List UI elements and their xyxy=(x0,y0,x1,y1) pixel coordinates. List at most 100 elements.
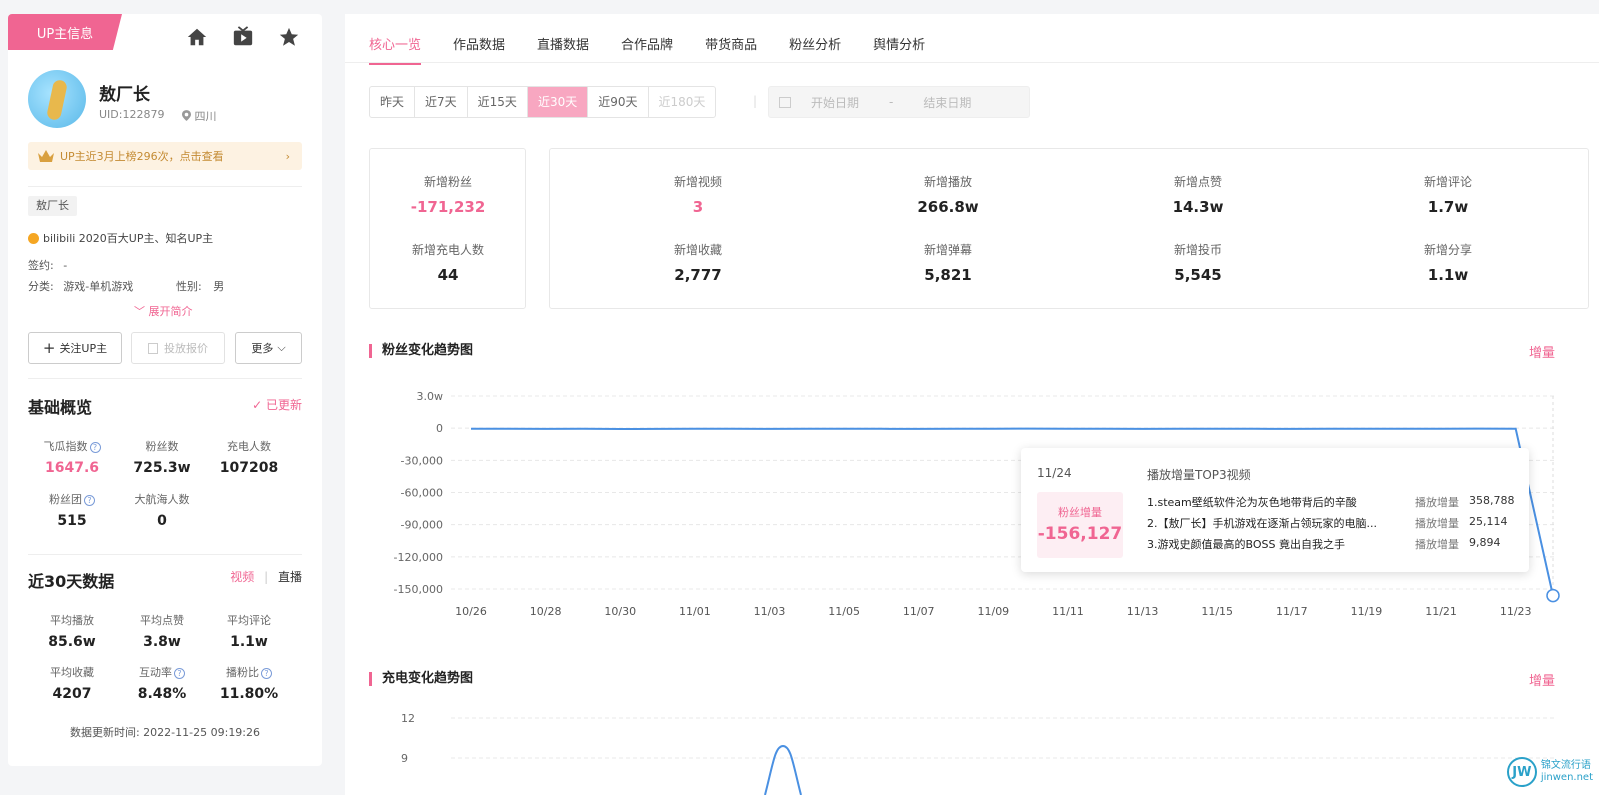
data-point-marker[interactable] xyxy=(1546,588,1560,603)
watermark-text: 锦文流行语 jinwen.net xyxy=(1541,760,1593,784)
sign-value: - xyxy=(63,259,68,272)
tab-fans[interactable]: 粉丝分析 xyxy=(789,34,841,65)
help-icon[interactable]: ? xyxy=(174,667,185,679)
tab-core-overview[interactable]: 核心一览 xyxy=(369,34,422,65)
stat-value: 1647.6 xyxy=(44,460,100,476)
tooltip-play-label: 播放增量 xyxy=(1415,496,1459,509)
kpi-new-shares: 新增分享 1.1w xyxy=(1373,241,1523,284)
switch-video[interactable]: 视频 xyxy=(230,570,254,584)
tooltip-fans-box: 粉丝增量 -156,127 xyxy=(1037,492,1123,558)
date-picker[interactable]: 开始日期 - 结束日期 xyxy=(768,86,1030,118)
kpi-new-coins: 新增投币 5,545 xyxy=(1123,241,1273,284)
stat-label: 平均点赞 xyxy=(140,614,184,627)
range-divider: | xyxy=(753,94,758,108)
video-play-icon[interactable] xyxy=(232,26,256,50)
help-icon[interactable]: ? xyxy=(89,441,101,453)
lightning-badge-icon xyxy=(28,232,39,244)
tab-brands[interactable]: 合作品牌 xyxy=(621,34,673,65)
kpi-label: 新增点赞 xyxy=(1173,175,1222,189)
help-icon[interactable]: ? xyxy=(261,667,272,679)
watermark: JW 锦文流行语 jinwen.net xyxy=(1506,757,1593,787)
divider xyxy=(28,378,302,379)
stat-label: 大航海人数 xyxy=(134,493,190,506)
x-tick-label: 11/07 xyxy=(903,605,935,618)
stat-label: 平均播放 xyxy=(50,614,94,627)
stat-label: 充电人数 xyxy=(227,440,271,453)
x-tick-label: 10/30 xyxy=(604,605,636,618)
range-30d[interactable]: 近30天 xyxy=(527,87,589,117)
stat-fans: 粉丝数 725.3w xyxy=(118,438,206,476)
rank-banner-text: UP主近3月上榜296次，点击查看 xyxy=(60,150,224,163)
expand-intro-link[interactable]: ﹀ 展开简介 xyxy=(134,303,193,319)
tab-live[interactable]: 直播数据 xyxy=(537,34,589,65)
gender-value: 男 xyxy=(213,280,225,293)
range-15d[interactable]: 近15天 xyxy=(468,87,528,117)
fans-kpi-card: 新增粉丝 -171,232 新增充电人数 44 xyxy=(369,148,526,309)
charge-chart-mode[interactable]: 增量 xyxy=(1529,670,1555,689)
rank-banner[interactable]: UP主近3月上榜296次，点击查看 › xyxy=(28,142,302,170)
kpi-value: 44 xyxy=(437,266,459,284)
video-live-switch: 视频 | 直播 xyxy=(230,568,302,585)
kpi-value: 2,777 xyxy=(674,266,722,284)
tab-goods[interactable]: 带货商品 xyxy=(705,34,757,65)
gender-label: 性别: xyxy=(176,280,202,293)
kpi-label: 新增粉丝 xyxy=(423,175,472,189)
charge-chart-title: 充电变化趋势图 xyxy=(369,672,473,686)
up-uid: UID:122879 xyxy=(99,108,165,121)
star-icon[interactable] xyxy=(278,26,302,50)
x-tick-label: 11/23 xyxy=(1500,605,1532,618)
tooltip-play-value: 358,788 xyxy=(1469,494,1515,507)
more-dropdown-button[interactable]: 更多 ⌵ xyxy=(235,332,302,364)
kpi-new-danmaku: 新增弹幕 5,821 xyxy=(873,241,1023,284)
range-7d[interactable]: 近7天 xyxy=(415,87,468,117)
range-90d[interactable]: 近90天 xyxy=(588,87,649,117)
stat-avg-fav: 平均收藏 4207 xyxy=(28,664,116,702)
gender-row: 性别: 男 xyxy=(176,278,224,294)
stat-chargers: 充电人数 107208 xyxy=(205,438,293,476)
tooltip-play-value: 9,894 xyxy=(1469,536,1501,549)
kpi-value: 1.7w xyxy=(1427,198,1469,216)
stat-label: 平均收藏 xyxy=(50,666,94,679)
stat-guard: 大航海人数 0 xyxy=(118,491,206,529)
kpi-value: 1.1w xyxy=(1427,266,1469,284)
y-tick-label: 9 xyxy=(401,752,408,765)
kpi-new-videos: 新增视频 3 xyxy=(623,173,773,216)
stat-value: 515 xyxy=(57,513,87,529)
x-tick-label: 11/09 xyxy=(977,605,1009,618)
stat-value: 11.80% xyxy=(219,686,279,702)
stat-value: 8.48% xyxy=(137,686,187,702)
tab-sentiment[interactable]: 舆情分析 xyxy=(873,34,925,65)
avatar[interactable] xyxy=(28,70,86,128)
tab-works[interactable]: 作品数据 xyxy=(453,34,505,65)
end-date-placeholder[interactable]: 结束日期 xyxy=(923,94,971,111)
watermark-line2: jinwen.net xyxy=(1540,772,1593,783)
fans-chart-mode[interactable]: 增量 xyxy=(1529,342,1555,361)
switch-live[interactable]: 直播 xyxy=(278,570,302,584)
stat-feigua-index: 飞瓜指数? 1647.6 xyxy=(28,438,116,476)
kpi-new-likes: 新增点赞 14.3w xyxy=(1123,173,1273,216)
stat-label: 飞瓜指数 xyxy=(43,440,88,453)
tooltip-date: 11/24 xyxy=(1037,466,1072,480)
quote-button[interactable]: 投放报价 xyxy=(131,332,225,364)
kpi-label: 新增分享 xyxy=(1423,243,1472,257)
help-icon[interactable]: ? xyxy=(84,494,95,506)
sign-label: 签约: xyxy=(28,259,54,272)
kpi-value: 3 xyxy=(692,198,704,216)
range-180d[interactable]: 近180天 xyxy=(649,87,716,117)
tooltip-top-label: 播放增量TOP3视频 xyxy=(1147,468,1251,482)
follow-up-button[interactable]: + 关注UP主 xyxy=(28,332,122,364)
category-label: 分类: xyxy=(28,280,54,293)
start-date-placeholder[interactable]: 开始日期 xyxy=(811,94,859,111)
stat-value: 3.8w xyxy=(143,634,181,650)
x-tick-label: 11/17 xyxy=(1276,605,1308,618)
home-icon[interactable] xyxy=(186,26,210,50)
category-value: 游戏-单机游戏 xyxy=(63,280,134,293)
quote-label: 投放报价 xyxy=(164,342,208,355)
stat-label: 粉丝团 xyxy=(49,493,82,506)
charge-trend-chart: 12 9 xyxy=(401,712,1555,795)
kpi-label: 新增弹幕 xyxy=(923,243,972,257)
y-tick-label: -60,000 xyxy=(401,487,443,500)
range-yesterday[interactable]: 昨天 xyxy=(370,87,416,117)
tooltip-play-label: 播放增量 xyxy=(1415,517,1459,530)
x-tick-label: 11/19 xyxy=(1351,605,1383,618)
